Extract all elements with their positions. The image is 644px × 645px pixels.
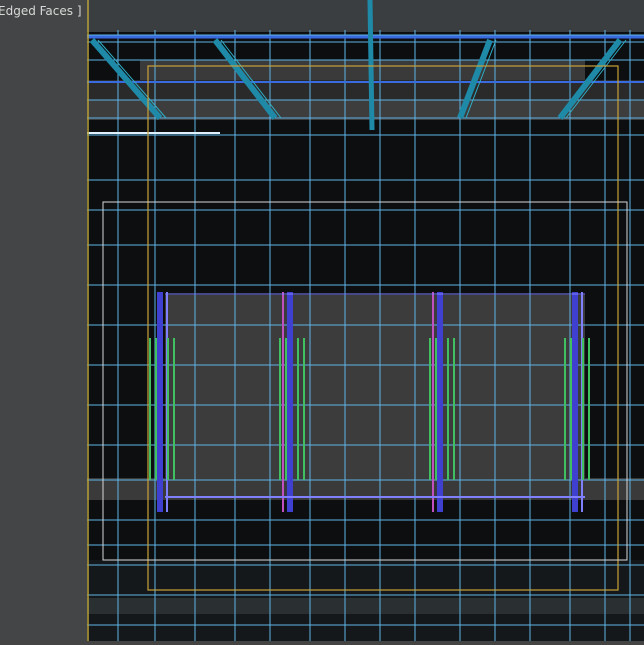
floor-strip	[87, 598, 644, 614]
left-panel	[0, 0, 87, 641]
ceiling-panel	[140, 60, 585, 80]
viewport[interactable]	[87, 0, 644, 641]
viewport-shading-label[interactable]: Edged Faces ]	[0, 4, 82, 18]
viewport-scene	[87, 0, 644, 641]
ceiling-beam	[367, 0, 375, 131]
top-band	[87, 0, 644, 32]
